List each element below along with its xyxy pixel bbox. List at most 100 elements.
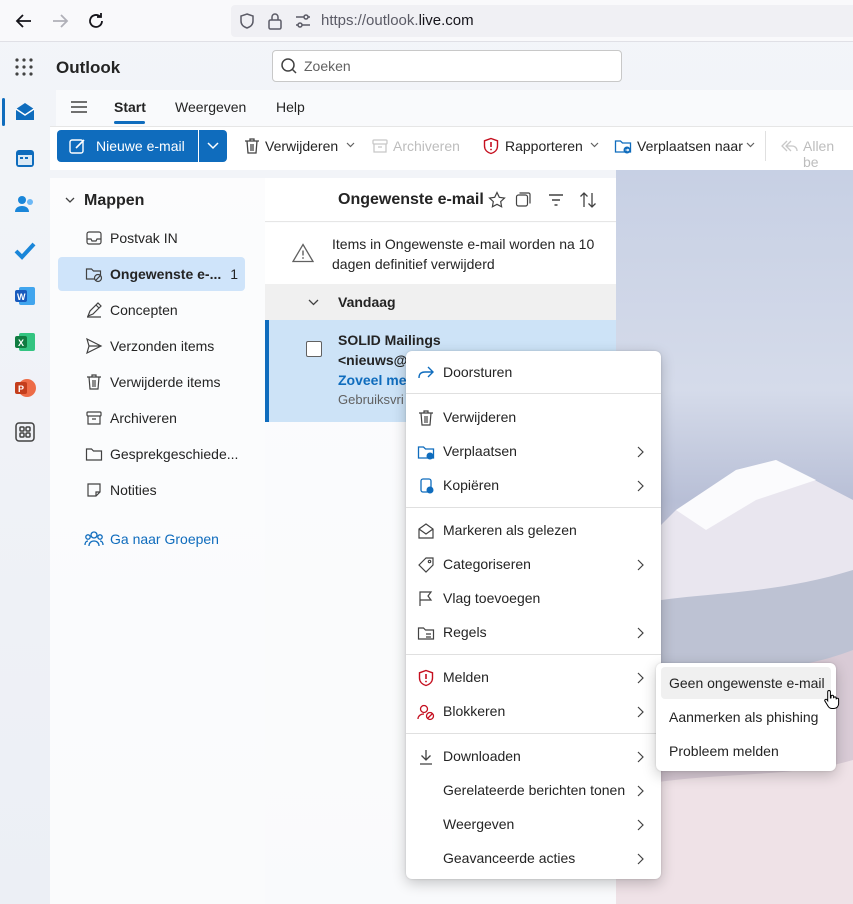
chevron-down-icon[interactable]	[590, 142, 599, 148]
tab-help[interactable]: Help	[276, 99, 305, 115]
envelope-open-icon	[417, 522, 435, 540]
menu-item-label: Kopiëren	[443, 477, 500, 493]
submenu-item-phishing[interactable]: Aanmerken als phishing	[661, 701, 831, 733]
chevron-right-icon	[637, 627, 644, 639]
reply-all-icon[interactable]	[780, 137, 798, 155]
compose-icon	[68, 137, 86, 155]
menu-item-advanced-actions[interactable]: Geavanceerde acties	[406, 842, 661, 876]
menu-item-delete[interactable]: Verwijderen	[406, 401, 661, 435]
trash-icon	[417, 409, 435, 427]
chevron-right-icon	[637, 785, 644, 797]
submenu-item-not-junk[interactable]: Geen ongewenste e-mail	[661, 667, 831, 699]
rules-icon	[417, 624, 435, 642]
lock-icon[interactable]	[267, 12, 283, 30]
folder-deleted[interactable]: Verwijderde items	[58, 365, 245, 399]
menu-item-download[interactable]: Downloaden	[406, 740, 661, 774]
menu-item-label: Weergeven	[443, 816, 515, 832]
menu-item-view[interactable]: Weergeven	[406, 808, 661, 842]
shield-tracking-icon[interactable]	[238, 12, 256, 30]
hamburger-menu-icon[interactable]	[70, 99, 88, 115]
delete-icon[interactable]	[243, 137, 261, 155]
date-group-label: Vandaag	[338, 294, 396, 310]
menu-item-move[interactable]: Verplaatsen	[406, 435, 661, 469]
chevron-down-icon[interactable]	[65, 197, 75, 204]
select-mode-icon[interactable]	[515, 192, 531, 208]
message-list-title: Ongewenste e-mail	[338, 191, 484, 208]
move-folder-icon[interactable]	[614, 137, 632, 155]
app-title[interactable]: Outlook	[56, 58, 120, 78]
chevron-down-icon[interactable]	[308, 299, 319, 306]
mail-select-checkbox[interactable]	[306, 341, 322, 357]
sort-icon[interactable]	[579, 191, 597, 209]
menu-item-label: Markeren als gelezen	[443, 522, 577, 538]
menu-item-label: Gerelateerde berichten tonen	[443, 782, 626, 798]
notes-icon	[85, 481, 103, 499]
folder-label: Verzonden items	[110, 338, 215, 354]
folder-junk[interactable]: Ongewenste e-... 1	[58, 257, 245, 291]
word-app-icon[interactable]: W	[13, 284, 37, 308]
new-mail-button[interactable]: Nieuwe e-mail	[57, 130, 198, 162]
move-to-button[interactable]: Verplaatsen naar	[637, 138, 743, 154]
folder-conversation-history[interactable]: Gesprekgeschiede...	[58, 437, 245, 471]
people-app-icon[interactable]	[13, 192, 37, 216]
report-button[interactable]: Rapporteren	[505, 138, 583, 154]
reply-all-button[interactable]: Allen be	[803, 138, 853, 170]
groups-link-label: Ga naar Groepen	[110, 531, 219, 547]
move-folder-icon	[417, 443, 435, 461]
menu-item-rules[interactable]: Regels	[406, 616, 661, 650]
svg-text:P: P	[18, 384, 24, 394]
drafts-icon	[85, 301, 103, 319]
folder-notes[interactable]: Notities	[58, 473, 245, 507]
folder-label: Notities	[110, 482, 157, 498]
sent-icon	[85, 337, 103, 355]
url-text[interactable]: https://outlook.live.com	[321, 12, 474, 29]
chevron-down-icon[interactable]	[746, 142, 755, 148]
folder-label: Concepten	[110, 302, 178, 318]
chevron-right-icon	[637, 559, 644, 571]
menu-item-categorize[interactable]: Categoriseren	[406, 548, 661, 582]
go-to-groups-link[interactable]: Ga naar Groepen	[84, 530, 264, 550]
menu-item-forward[interactable]: Doorsturen	[406, 356, 661, 390]
calendar-app-icon[interactable]	[13, 146, 37, 170]
menu-item-report[interactable]: Melden	[406, 661, 661, 695]
menu-item-mark-read[interactable]: Markeren als gelezen	[406, 514, 661, 548]
svg-text:X: X	[18, 338, 24, 348]
menu-item-label: Regels	[443, 624, 487, 640]
archive-button[interactable]: Archiveren	[393, 138, 460, 154]
folder-inbox[interactable]: Postvak IN	[58, 221, 245, 255]
menu-item-flag[interactable]: Vlag toevoegen	[406, 582, 661, 616]
tab-start[interactable]: Start	[114, 99, 146, 115]
excel-app-icon[interactable]: X	[13, 330, 37, 354]
folder-drafts[interactable]: Concepten	[58, 293, 245, 327]
menu-item-copy[interactable]: Kopiëren	[406, 469, 661, 503]
delete-button[interactable]: Verwijderen	[265, 138, 338, 154]
folder-label: Postvak IN	[110, 230, 178, 246]
folders-header[interactable]: Mappen	[84, 192, 144, 210]
search-placeholder: Zoeken	[304, 58, 351, 74]
todo-app-icon[interactable]	[13, 238, 37, 262]
forward-icon[interactable]	[49, 10, 71, 32]
back-icon[interactable]	[13, 10, 35, 32]
permissions-icon[interactable]	[294, 13, 312, 29]
more-apps-icon[interactable]	[13, 420, 37, 444]
archive-icon[interactable]	[371, 137, 389, 155]
menu-item-block[interactable]: Blokkeren	[406, 695, 661, 729]
reload-icon[interactable]	[85, 10, 107, 32]
powerpoint-app-icon[interactable]: P	[13, 376, 37, 400]
tab-view[interactable]: Weergeven	[175, 99, 246, 115]
mail-app-icon[interactable]	[13, 100, 37, 124]
chevron-down-icon[interactable]	[346, 142, 355, 148]
star-icon[interactable]	[488, 191, 506, 209]
report-shield-icon[interactable]	[482, 137, 500, 155]
filter-icon[interactable]	[548, 193, 564, 207]
chevron-right-icon	[637, 819, 644, 831]
new-mail-dropdown-button[interactable]	[199, 130, 227, 162]
menu-item-related-messages[interactable]: Gerelateerde berichten tonen	[406, 774, 661, 808]
app-launcher-icon[interactable]	[14, 57, 34, 77]
folder-archive[interactable]: Archiveren	[58, 401, 245, 435]
folder-sent[interactable]: Verzonden items	[58, 329, 245, 363]
rail-active-indicator	[2, 98, 5, 126]
menu-item-label: Verplaatsen	[443, 443, 517, 459]
submenu-item-report-problem[interactable]: Probleem melden	[661, 735, 831, 767]
forward-icon	[417, 364, 435, 382]
